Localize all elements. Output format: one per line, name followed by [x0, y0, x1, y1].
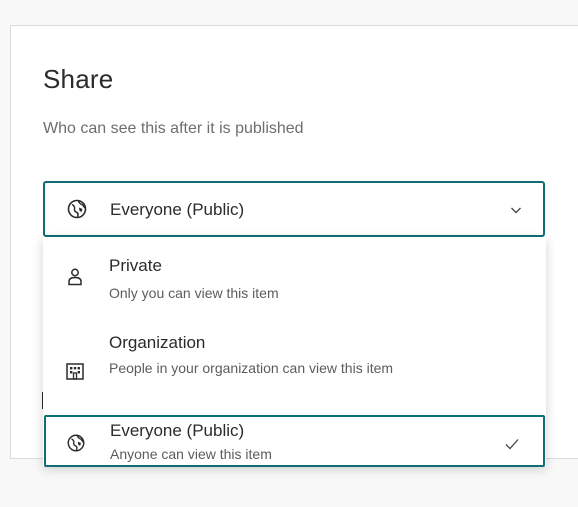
option-everyone-public[interactable]: Everyone (Public) Anyone can view this i… [44, 415, 545, 467]
option-private[interactable]: Private Only you can view this item [43, 237, 546, 309]
chevron-down-icon[interactable] [509, 203, 523, 217]
globe-icon [66, 198, 88, 220]
option-description: Anyone can view this item [110, 446, 272, 462]
person-icon [65, 267, 85, 287]
selected-value: Everyone (Public) [110, 200, 245, 219]
page: Share Who can see this after it is publi… [0, 0, 578, 507]
dialog-subtitle: Who can see this after it is published [43, 120, 304, 137]
option-description: People in your organization can view thi… [109, 360, 394, 376]
option-title: Everyone (Public) [110, 421, 245, 440]
option-organization[interactable]: Organization People in your organization… [43, 321, 546, 403]
sharing-level-select[interactable]: Everyone (Public) [43, 181, 545, 237]
option-title: Organization [109, 333, 206, 352]
checkmark-icon [505, 437, 519, 450]
globe-icon [66, 433, 86, 453]
building-icon [65, 361, 85, 381]
option-description: Only you can view this item [109, 285, 279, 301]
option-title: Private [109, 256, 162, 275]
dialog-title: Share [43, 64, 114, 94]
sharing-options-menu: Private Only you can view this item Orga… [43, 237, 546, 467]
